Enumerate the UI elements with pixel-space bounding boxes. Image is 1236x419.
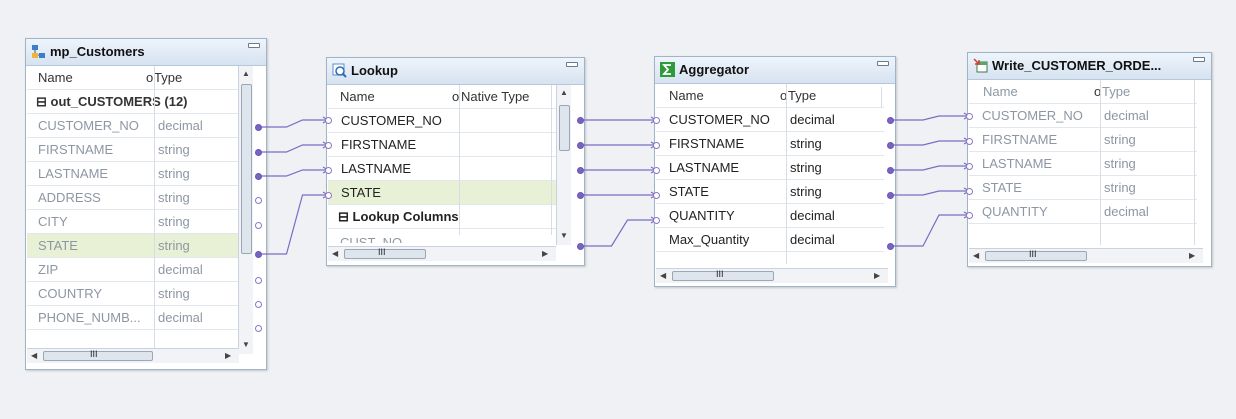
input-port[interactable] (325, 117, 332, 124)
link-firstname[interactable] (893, 140, 969, 146)
output-port[interactable] (577, 142, 584, 149)
input-port[interactable] (653, 142, 660, 149)
input-port[interactable] (653, 167, 660, 174)
input-port[interactable] (653, 117, 660, 124)
output-port[interactable] (255, 277, 262, 284)
mapping-canvas[interactable]: mp_Customers Name o Type ⊟ out_CUSTOMERS… (0, 0, 1236, 419)
output-port[interactable] (887, 243, 894, 250)
output-port[interactable] (577, 167, 584, 174)
input-port[interactable] (325, 192, 332, 199)
input-port[interactable] (966, 113, 973, 120)
input-port[interactable] (966, 138, 973, 145)
output-port[interactable] (255, 197, 262, 204)
link-quantity[interactable] (893, 214, 969, 247)
output-port[interactable] (255, 173, 262, 180)
output-port[interactable] (577, 243, 584, 250)
link-customer-no[interactable] (261, 119, 328, 128)
input-port[interactable] (653, 217, 660, 224)
link-lastname[interactable] (893, 165, 969, 171)
link-layer (261, 112, 971, 255)
output-port[interactable] (255, 325, 262, 332)
input-port[interactable] (325, 167, 332, 174)
output-port[interactable] (887, 192, 894, 199)
output-port[interactable] (255, 222, 262, 229)
input-port[interactable] (966, 188, 973, 195)
output-port[interactable] (577, 192, 584, 199)
link-state[interactable] (261, 194, 328, 255)
link-quantity[interactable] (583, 219, 656, 247)
input-port[interactable] (653, 192, 660, 199)
link-customer-no[interactable] (893, 115, 969, 121)
link-state[interactable] (893, 190, 969, 196)
output-port[interactable] (577, 117, 584, 124)
output-port[interactable] (887, 117, 894, 124)
input-port[interactable] (966, 212, 973, 219)
output-port[interactable] (255, 124, 262, 131)
link-firstname[interactable] (261, 144, 328, 153)
output-port[interactable] (255, 301, 262, 308)
output-port[interactable] (887, 142, 894, 149)
output-port[interactable] (255, 251, 262, 258)
output-port[interactable] (887, 167, 894, 174)
link-lastname[interactable] (261, 169, 328, 177)
input-port[interactable] (325, 142, 332, 149)
input-port[interactable] (966, 163, 973, 170)
output-port[interactable] (255, 149, 262, 156)
